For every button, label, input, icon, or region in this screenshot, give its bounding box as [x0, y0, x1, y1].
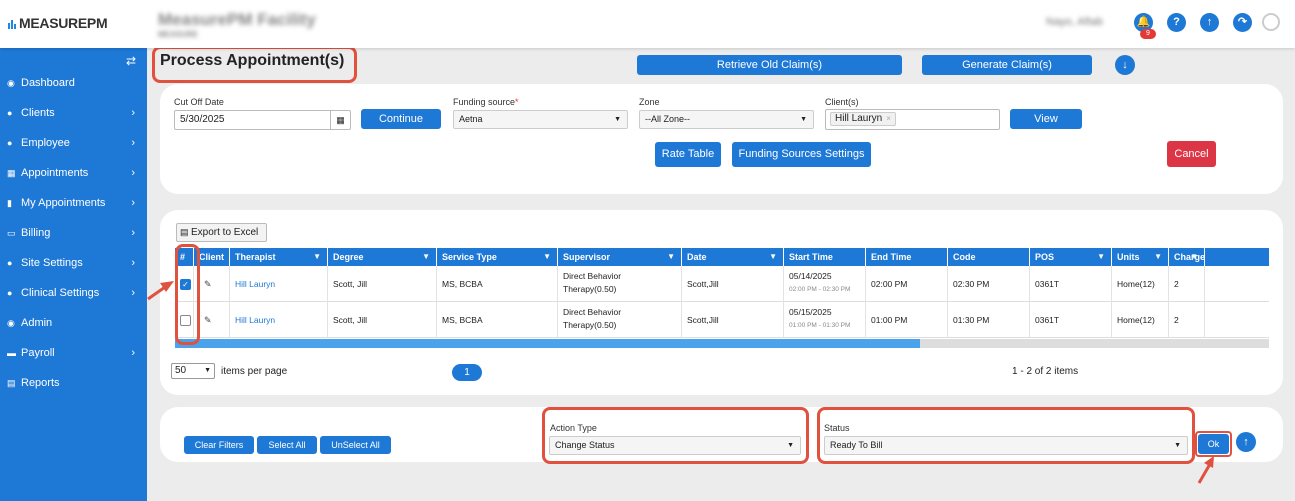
upload-icon[interactable]: ↑ — [1200, 13, 1219, 32]
notification-badge: 9 — [1140, 29, 1156, 39]
help-icon[interactable]: ? — [1167, 13, 1186, 32]
avatar[interactable] — [1262, 13, 1280, 31]
logo-text: MEASUREPM — [19, 15, 108, 31]
user-name[interactable]: Nayo, Aftab — [1046, 16, 1103, 28]
facility-name: MeasurePM Facility MEASURE — [158, 10, 316, 39]
app-logo[interactable]: MEASUREPM — [8, 15, 108, 32]
top-bar: MEASUREPM MeasurePM Facility MEASURE Nayo… — [0, 0, 1295, 48]
logo-bars-icon — [8, 16, 17, 32]
arrow-to-ok — [1197, 456, 1214, 484]
redo-icon[interactable]: ↷ — [1233, 13, 1252, 32]
annotation-arrows — [147, 281, 1214, 484]
arrow-to-checkbox — [147, 281, 174, 301]
facility-sub: MEASURE — [158, 30, 199, 39]
